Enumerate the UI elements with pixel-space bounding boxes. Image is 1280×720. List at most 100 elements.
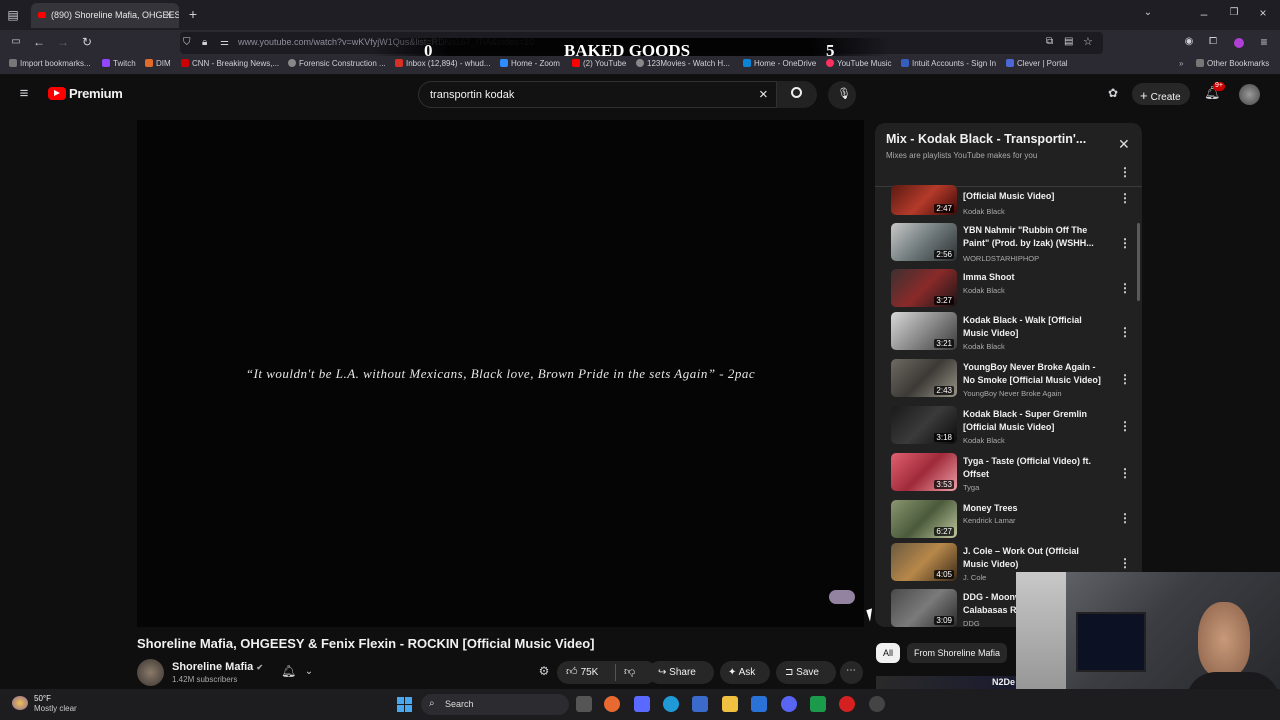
create-button[interactable]: + Create [1132,83,1190,105]
settings-gear-icon[interactable] [869,696,885,712]
save-button[interactable]: ⊐ Save [776,661,836,684]
like-button[interactable]: 👍︎ 75K [566,665,598,678]
playlist-item[interactable]: 3:53 Tyga - Taste (Official Video) ft. O… [875,453,1142,497]
tab-switcher-icon[interactable]: ✿ [1106,86,1120,100]
back-icon[interactable]: ← [33,35,45,49]
channel-name[interactable]: Shoreline Mafia ✔ [172,661,263,673]
mail-icon[interactable] [751,696,767,712]
youtube-music-icon[interactable] [839,696,855,712]
search-button[interactable] [777,81,817,108]
reader-view-icon[interactable]: ▤ [1064,36,1073,47]
bookmark-item[interactable]: Twitch [102,59,136,68]
picture-in-picture-icon[interactable]: ⧉ [1046,36,1053,47]
weather-temp[interactable]: 50°F [34,694,51,703]
bookmark-item[interactable]: (2) YouTube [572,59,626,68]
dislike-button[interactable]: 👎︎ [624,665,635,678]
bookmark-star-icon[interactable]: ☆ [1083,35,1093,48]
bookmarks-overflow-icon[interactable]: » [1179,59,1183,68]
bookmark-icon: ⊐ [785,667,794,678]
chip-all[interactable]: All [876,643,901,663]
playlist-item[interactable]: 3:21 Kodak Black - Walk [Official Music … [875,312,1142,356]
maximize-window-icon[interactable]: ❐ [1228,7,1240,18]
item-menu-icon[interactable]: ⋮ [1119,325,1131,339]
firefox-icon[interactable] [604,696,620,712]
extensions-icon[interactable]: ⧠ [1207,36,1219,47]
new-tab-icon[interactable]: + [187,6,199,22]
item-menu-icon[interactable]: ⋮ [1119,511,1131,525]
permissions-icon[interactable]: ⚌ [220,37,229,48]
next-item-thumbnail[interactable]: N2De [876,676,1016,689]
bookmark-item[interactable]: CNN - Breaking News,... [181,59,279,68]
tab-overflow-chevron-icon[interactable]: ⌄ [1142,7,1154,18]
close-window-icon[interactable]: × [1257,6,1269,20]
account-avatar[interactable] [1239,84,1260,105]
other-bookmarks[interactable]: Other Bookmarks [1196,59,1269,68]
subscription-chevron-down-icon[interactable]: ⌄ [303,666,315,677]
browser-tab-active[interactable]: (890) Shoreline Mafia, OHGEESY × [31,3,179,28]
item-menu-icon[interactable]: ⋮ [1119,281,1131,295]
youtube-logo-icon[interactable] [48,87,66,100]
bookmark-item[interactable]: DIM [145,59,171,68]
clip-icon[interactable]: ⚙ [537,664,551,678]
close-tab-icon[interactable]: × [166,9,172,21]
profile-avatar-icon[interactable] [1234,38,1244,48]
forward-icon[interactable]: → [57,35,69,49]
sidebar-toggle-icon[interactable]: ▭ [10,36,22,47]
windows-start-icon[interactable] [397,697,412,712]
copilot-icon[interactable] [634,696,650,712]
discord-icon[interactable] [781,696,797,712]
hamburger-menu-icon[interactable]: ≡ [16,85,32,102]
item-menu-icon[interactable]: ⋮ [1119,372,1131,386]
edge-icon[interactable] [663,696,679,712]
video-player[interactable]: “It wouldn't be L.A. without Mexicans, B… [137,120,864,627]
bookmark-item[interactable]: Forensic Construction ... [288,59,386,68]
channel-avatar[interactable] [137,659,164,686]
reload-icon[interactable]: ↻ [81,35,93,49]
playlist-item[interactable]: 6:27 Money Trees Kendrick Lamar ⋮ [875,500,1142,544]
vpn-icon[interactable]: ◉ [1183,36,1195,47]
taskbar-search[interactable]: ⌕ Search [421,694,569,715]
playlist-item[interactable]: 3:18 Kodak Black - Super Gremlin [Offici… [875,406,1142,450]
store-icon[interactable] [692,696,708,712]
browser-menu-icon[interactable]: ≡ [1258,35,1270,49]
bookmark-item[interactable]: Intuit Accounts - Sign In [901,59,996,68]
more-actions-button[interactable]: ⋯ [840,661,863,684]
bookmark-item[interactable]: Home - OneDrive [743,59,816,68]
bookmark-item[interactable]: YouTube Music [826,59,892,68]
minimize-window-icon[interactable]: – [1198,7,1210,21]
bookmark-item[interactable]: Clever | Portal [1006,59,1068,68]
lock-icon[interactable]: 🔒︎ [202,37,207,48]
clear-search-icon[interactable]: × [759,86,768,103]
ask-button[interactable]: ✦ Ask [720,661,770,684]
playlist-item[interactable]: 3:27 Imma Shoot Kodak Black ⋮ [875,269,1142,313]
bookmark-item[interactable]: 123Movies - Watch H... [636,59,730,68]
weather-condition[interactable]: Mostly clear [34,704,77,713]
subscribed-bell-icon[interactable]: 🔔︎ [281,664,296,678]
chip-from-channel[interactable]: From Shoreline Mafia [907,643,1008,663]
playlist-menu-icon[interactable]: ⋮ [1119,165,1131,179]
voice-search-button[interactable]: 🎙︎ [828,81,856,109]
item-menu-icon[interactable]: ⋮ [1119,419,1131,433]
shield-icon[interactable]: ⛉ [183,37,191,48]
weather-icon[interactable] [12,696,28,710]
bookmark-item[interactable]: Inbox (12,894) - whud... [395,59,491,68]
video-thumbnail: 2:43 [891,359,957,397]
playlist-item[interactable]: 2:56 YBN Nahmir "Rubbin Off The Paint" (… [875,223,1142,267]
file-explorer-icon[interactable] [722,696,738,712]
item-menu-icon[interactable]: ⋮ [1119,466,1131,480]
item-menu-icon[interactable]: ⋮ [1119,556,1131,570]
search-input[interactable]: transportin kodak × [418,81,777,108]
playlist-item[interactable]: 2:43 YoungBoy Never Broke Again - No Smo… [875,359,1142,403]
share-button[interactable]: ↪ Share [648,661,714,684]
tab-list-icon[interactable]: ▤ [6,8,20,22]
spotify-icon[interactable] [810,696,826,712]
playlist-item-channel: WORLDSTARHIPHOP [963,254,1040,263]
task-view-icon[interactable] [576,696,592,712]
item-menu-icon[interactable]: ⋮ [1119,236,1131,250]
youtube-premium-logo[interactable]: Premium [69,86,123,101]
item-menu-icon[interactable]: ⋮ [1119,191,1131,205]
channel-watermark-icon[interactable] [829,590,855,604]
bookmark-item[interactable]: Home - Zoom [500,59,560,68]
close-playlist-icon[interactable]: ✕ [1118,136,1130,153]
bookmark-item[interactable]: Import bookmarks... [9,59,91,68]
